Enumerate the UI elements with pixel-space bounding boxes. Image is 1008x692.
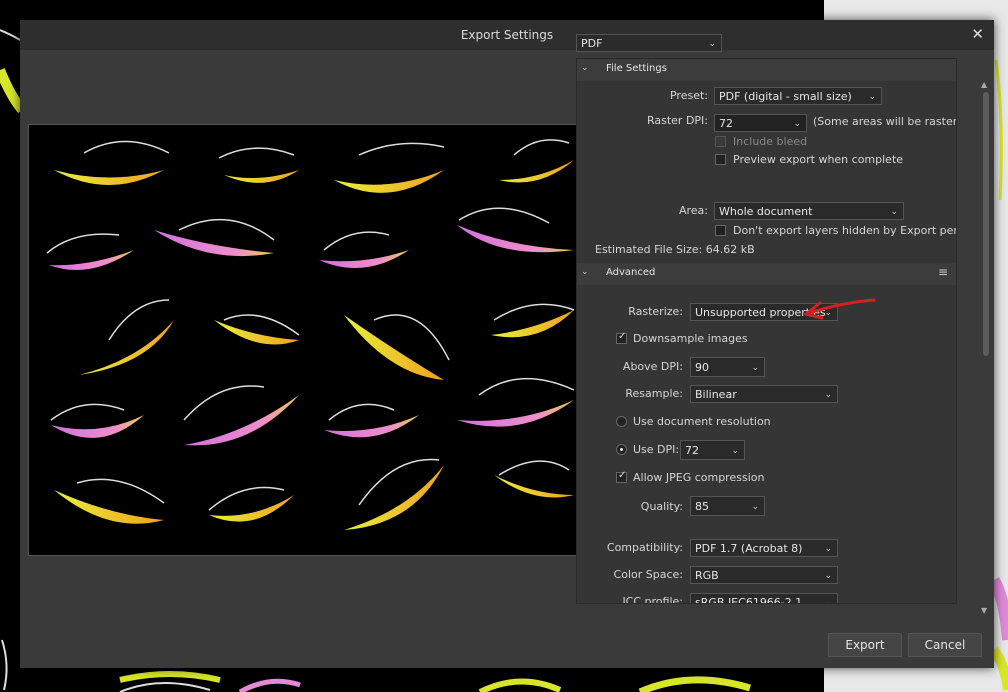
chevron-down-icon: ⌄ <box>751 502 759 512</box>
export-preview-image <box>28 124 587 556</box>
compatibility-label: Compatibility: <box>606 541 683 554</box>
cancel-button[interactable]: Cancel <box>908 633 982 657</box>
chevron-down-icon: ⌄ <box>793 119 801 129</box>
use-document-resolution-label: Use document resolution <box>633 415 771 428</box>
downsample-label: Downsample images <box>633 332 748 345</box>
lash-2 <box>218 147 299 183</box>
use-dpi-input[interactable]: 72 ⌄ <box>680 440 745 460</box>
close-icon[interactable]: ✕ <box>971 25 984 43</box>
chevron-down-icon: ⌄ <box>824 571 832 581</box>
lash-6 <box>154 218 275 257</box>
lash-12 <box>491 303 575 338</box>
include-bleed-checkbox[interactable] <box>715 136 726 147</box>
lash-18 <box>208 486 294 522</box>
chevron-down-icon: ⌄ <box>890 207 898 217</box>
area-dropdown[interactable]: Whole document ⌄ <box>714 202 904 220</box>
preset-dropdown[interactable]: PDF (digital - small size) ⌄ <box>714 87 882 105</box>
settings-panel: ⌄ File Settings Preset: PDF (digital - s… <box>576 58 957 604</box>
lash-17 <box>54 478 165 524</box>
resample-label: Resample: <box>625 387 683 400</box>
annotation-arrow <box>804 298 876 320</box>
chevron-down-icon: ⌄ <box>824 544 832 554</box>
lash-1 <box>54 140 170 185</box>
compatibility-value: PDF 1.7 (Acrobat 8) <box>695 542 803 555</box>
lash-10 <box>214 314 300 345</box>
export-format-value: PDF <box>581 37 603 50</box>
compatibility-dropdown[interactable]: PDF 1.7 (Acrobat 8) ⌄ <box>690 539 838 557</box>
file-settings-header[interactable]: ⌄ File Settings <box>577 59 956 81</box>
file-settings-title: File Settings <box>606 63 667 74</box>
use-dpi-radio[interactable] <box>616 444 627 455</box>
downsample-checkbox[interactable] <box>616 331 627 344</box>
lash-7 <box>319 231 409 268</box>
chevron-down-icon: ⌄ <box>581 63 589 73</box>
raster-dpi-label: Raster DPI: <box>646 114 708 127</box>
preview-export-label: Preview export when complete <box>733 153 904 166</box>
lash-11 <box>344 314 450 380</box>
lash-5 <box>46 233 134 270</box>
lash-8 <box>457 207 574 253</box>
dont-export-hidden-label: Don't export layers hidden by Export per… <box>733 224 957 237</box>
color-space-label: Color Space: <box>613 568 683 581</box>
icc-profile-label: ICC profile: <box>622 595 683 604</box>
preview-area <box>20 50 592 620</box>
lash-3 <box>334 142 445 193</box>
icc-profile-value: sRGB IEC61966-2.1 <box>695 596 803 604</box>
scroll-up-icon[interactable]: ▲ <box>981 80 987 89</box>
quality-value: 85 <box>695 500 709 513</box>
raster-dpi-note: (Some areas will be rasterized) <box>813 115 957 128</box>
hamburger-menu-icon[interactable]: ≡ <box>938 265 948 279</box>
color-space-dropdown[interactable]: RGB ⌄ <box>690 566 838 584</box>
resample-value: Bilinear <box>695 388 737 401</box>
quality-input[interactable]: 85 ⌄ <box>690 496 765 516</box>
resample-dropdown[interactable]: Bilinear ⌄ <box>690 385 838 403</box>
lash-20 <box>494 460 574 498</box>
use-document-resolution-radio[interactable] <box>616 416 627 427</box>
scroll-down-icon[interactable]: ▼ <box>981 606 987 615</box>
allow-jpeg-label: Allow JPEG compression <box>633 471 765 484</box>
lash-19 <box>344 458 444 530</box>
chevron-down-icon: ⌄ <box>731 446 739 456</box>
icc-profile-dropdown[interactable]: sRGB IEC61966-2.1 ⌄ <box>690 593 838 604</box>
rasterize-label: Rasterize: <box>628 305 683 318</box>
chevron-down-icon: ⌄ <box>581 267 589 277</box>
area-label: Area: <box>678 204 708 217</box>
quality-label: Quality: <box>640 500 683 513</box>
chevron-down-icon: ⌄ <box>708 39 716 49</box>
dont-export-hidden-checkbox[interactable] <box>715 225 726 236</box>
above-dpi-label: Above DPI: <box>622 360 683 373</box>
chevron-down-icon: ⌄ <box>751 363 759 373</box>
preset-value: PDF (digital - small size) <box>719 90 852 103</box>
use-dpi-value: 72 <box>685 444 699 457</box>
area-value: Whole document <box>719 205 813 218</box>
preset-label: Preset: <box>669 89 708 102</box>
raster-dpi-input[interactable]: 72 ⌄ <box>714 114 807 132</box>
lash-13 <box>50 403 144 438</box>
dialog-titlebar: Export Settings ✕ <box>20 20 994 50</box>
use-dpi-label: Use DPI: <box>633 443 680 456</box>
chevron-down-icon: ⌄ <box>824 390 832 400</box>
lash-15 <box>324 403 419 438</box>
above-dpi-input[interactable]: 90 ⌄ <box>690 357 765 377</box>
chevron-down-icon: ⌄ <box>868 92 876 102</box>
advanced-header[interactable]: ⌄ Advanced ≡ <box>577 263 956 285</box>
lash-4 <box>499 139 574 183</box>
dialog-title: Export Settings <box>460 28 554 42</box>
estimated-file-size: Estimated File Size: 64.62 kB <box>595 243 755 256</box>
settings-scrollbar[interactable] <box>983 92 989 356</box>
export-button[interactable]: Export <box>828 633 902 657</box>
export-format-dropdown[interactable]: PDF ⌄ <box>576 34 722 52</box>
lash-14 <box>183 385 299 446</box>
chevron-down-icon: ⌄ <box>824 598 832 604</box>
allow-jpeg-checkbox[interactable] <box>616 470 627 483</box>
above-dpi-value: 90 <box>695 361 709 374</box>
lash-9 <box>79 299 174 375</box>
advanced-title: Advanced <box>606 267 656 278</box>
preview-export-checkbox[interactable] <box>715 154 726 165</box>
color-space-value: RGB <box>695 569 719 582</box>
include-bleed-label: Include bleed <box>733 135 808 148</box>
lash-16 <box>457 377 575 427</box>
raster-dpi-value: 72 <box>719 117 733 130</box>
